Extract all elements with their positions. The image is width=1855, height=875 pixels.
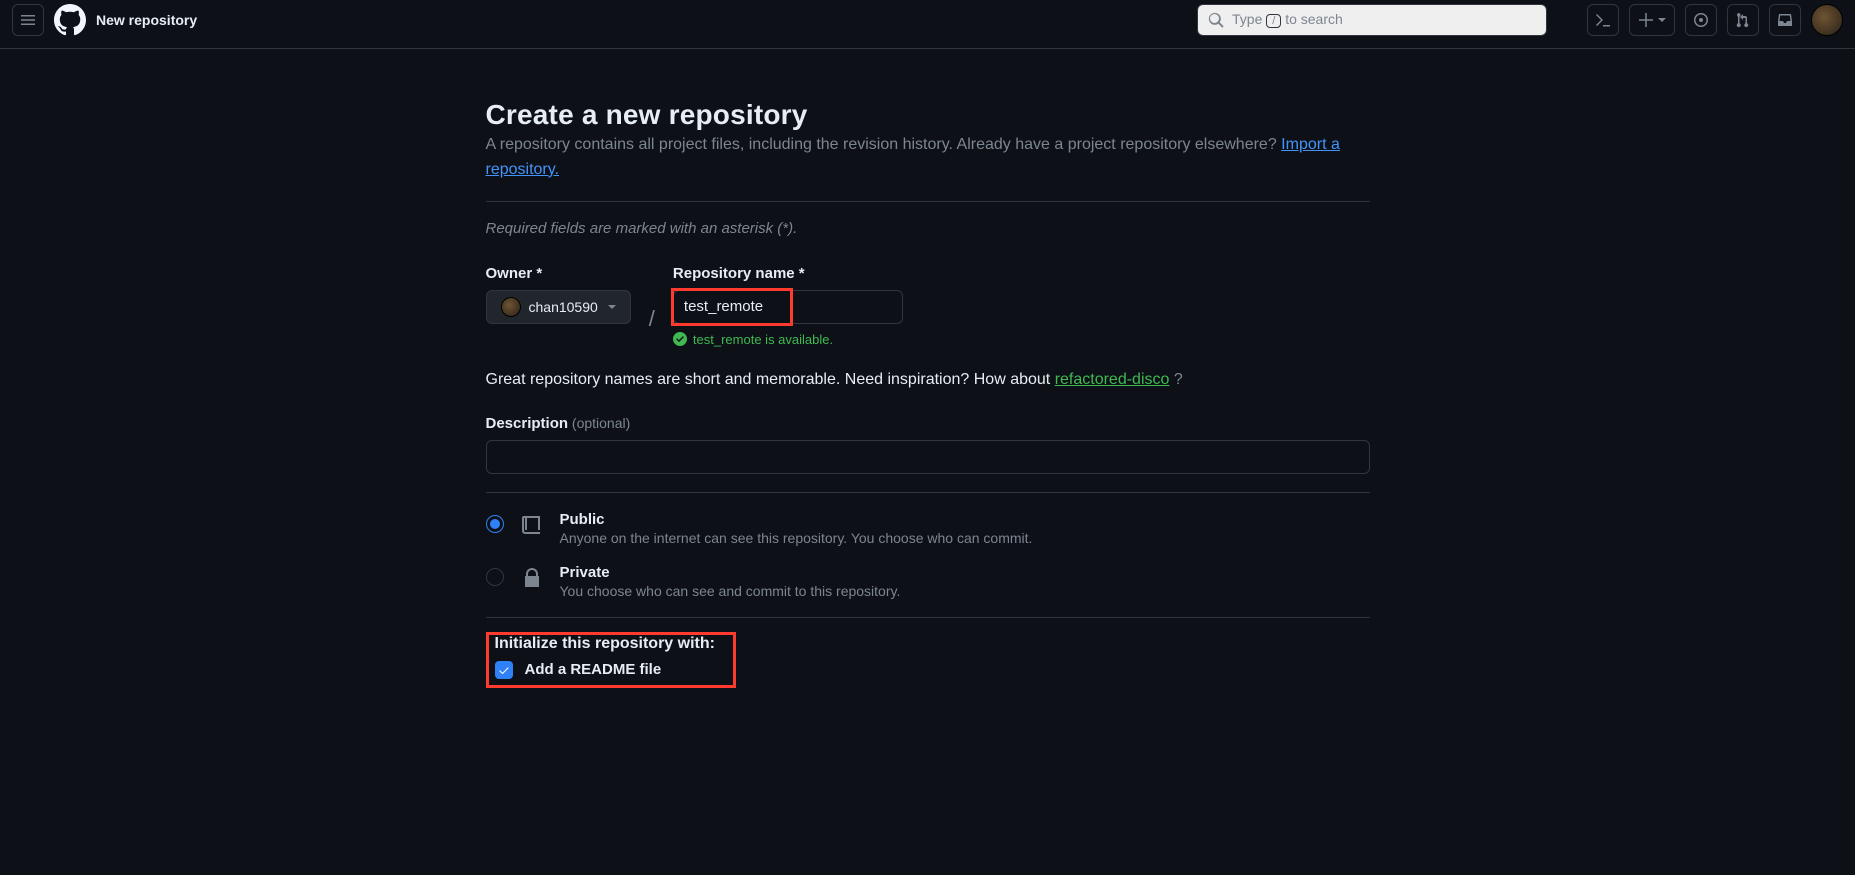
owner-select[interactable]: chan10590 bbox=[486, 290, 631, 324]
name-suggestion-link[interactable]: refactored-disco bbox=[1055, 371, 1170, 388]
owner-value: chan10590 bbox=[529, 299, 598, 315]
required-note: Required fields are marked with an aster… bbox=[486, 220, 1370, 237]
repo-name-label: Repository name * bbox=[673, 265, 903, 282]
inbox-icon bbox=[1777, 12, 1793, 28]
annotation-highlight: Initialize this repository with: Add a R… bbox=[486, 632, 736, 688]
search-input[interactable]: Type / to search bbox=[1197, 4, 1547, 36]
page-subtitle: A repository contains all project files,… bbox=[486, 133, 1370, 183]
repo-name-input[interactable] bbox=[673, 290, 903, 324]
add-readme-option[interactable]: Add a README file bbox=[495, 661, 715, 679]
git-pull-request-icon bbox=[1735, 12, 1751, 28]
hamburger-button[interactable] bbox=[12, 4, 44, 36]
plus-icon bbox=[1638, 12, 1654, 28]
checkbox-readme[interactable] bbox=[495, 661, 513, 679]
check-icon bbox=[498, 664, 510, 676]
path-separator: / bbox=[649, 306, 655, 332]
add-readme-label: Add a README file bbox=[525, 661, 662, 678]
visibility-private-title: Private bbox=[560, 564, 901, 581]
command-palette-button[interactable] bbox=[1587, 4, 1619, 36]
caret-down-icon bbox=[608, 305, 616, 309]
radio-private[interactable] bbox=[486, 568, 504, 586]
radio-public[interactable] bbox=[486, 515, 504, 533]
global-header: New repository Type / to search bbox=[0, 0, 1855, 49]
terminal-icon bbox=[1595, 12, 1611, 28]
visibility-private-desc: You choose who can see and commit to thi… bbox=[560, 583, 901, 599]
inbox-button[interactable] bbox=[1769, 4, 1801, 36]
owner-avatar bbox=[501, 297, 521, 317]
description-optional: (optional) bbox=[572, 415, 630, 431]
user-avatar[interactable] bbox=[1811, 4, 1843, 36]
pull-requests-button[interactable] bbox=[1727, 4, 1759, 36]
repo-icon bbox=[520, 513, 544, 537]
issue-icon bbox=[1693, 12, 1709, 28]
owner-label: Owner * bbox=[486, 265, 631, 282]
description-field: Description (optional) bbox=[486, 415, 1370, 474]
description-label: Description bbox=[486, 415, 569, 432]
create-new-button[interactable] bbox=[1629, 4, 1675, 36]
github-logo[interactable] bbox=[54, 4, 86, 36]
visibility-public-option[interactable]: Public Anyone on the internet can see th… bbox=[486, 511, 1370, 546]
visibility-private-option[interactable]: Private You choose who can see and commi… bbox=[486, 564, 1370, 599]
name-hint: Great repository names are short and mem… bbox=[486, 371, 1370, 389]
init-section-title: Initialize this repository with: bbox=[495, 635, 715, 653]
issues-button[interactable] bbox=[1685, 4, 1717, 36]
availability-status: test_remote is available. bbox=[673, 332, 903, 347]
visibility-public-desc: Anyone on the internet can see this repo… bbox=[560, 530, 1033, 546]
repo-name-field: Repository name * test_remote is availab… bbox=[673, 265, 903, 347]
lock-icon bbox=[520, 566, 544, 590]
search-icon bbox=[1208, 12, 1224, 28]
search-placeholder: Type / to search bbox=[1232, 11, 1343, 29]
owner-field: Owner * chan10590 bbox=[486, 265, 631, 324]
caret-down-icon bbox=[1658, 18, 1666, 22]
visibility-public-title: Public bbox=[560, 511, 1033, 528]
page-title: Create a new repository bbox=[486, 99, 1370, 131]
context-title: New repository bbox=[96, 12, 197, 28]
description-input[interactable] bbox=[486, 440, 1370, 474]
new-repo-form: Create a new repository A repository con… bbox=[478, 99, 1378, 688]
hamburger-icon bbox=[20, 12, 36, 28]
check-circle-icon bbox=[673, 332, 687, 346]
